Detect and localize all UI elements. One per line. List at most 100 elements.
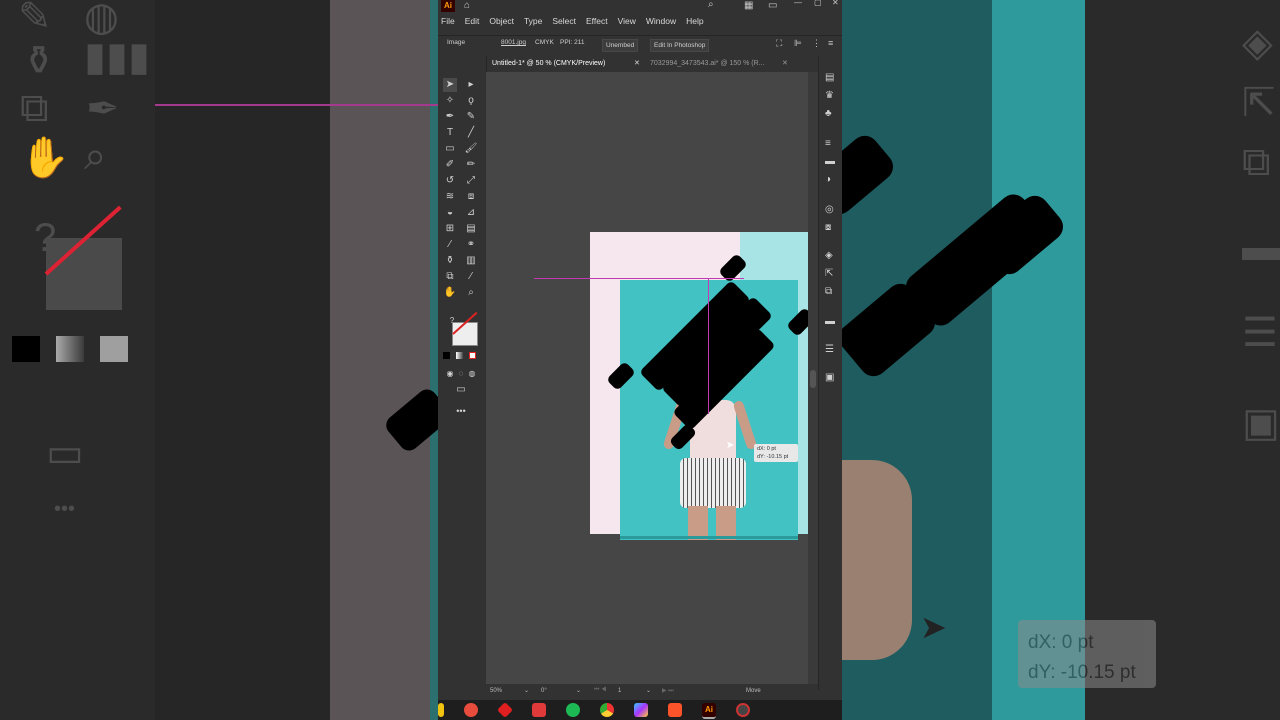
gradient-swatch[interactable]	[456, 352, 463, 359]
chevron-down-icon[interactable]: ⌄	[524, 687, 529, 694]
brushes-icon[interactable]: ♛	[825, 90, 834, 101]
hand-tool-icon[interactable]: ✋	[443, 286, 457, 300]
stroke-icon[interactable]: ≡	[825, 138, 831, 149]
tooltip-dy: dY: -10.15 pt	[757, 454, 789, 460]
zoom-level[interactable]: 50%	[490, 688, 502, 694]
minimize-icon[interactable]: —	[794, 0, 802, 7]
shaper-tool-icon[interactable]: ✐	[443, 158, 457, 172]
pencil-tool-icon[interactable]: ✏	[464, 158, 478, 172]
app-icon[interactable]	[464, 703, 478, 717]
screen-mode-icon[interactable]: ▭	[454, 383, 468, 397]
rectangle-tool-icon[interactable]: ▭	[443, 142, 457, 156]
menu-object[interactable]: Object	[489, 16, 514, 26]
rotate-tool-icon[interactable]: ↺	[443, 174, 457, 188]
app-icon[interactable]	[736, 703, 750, 717]
more-options-icon[interactable]: ⋮	[812, 38, 821, 49]
perspective-grid-tool-icon[interactable]: ⊿	[464, 206, 478, 220]
fill-stroke-swatch[interactable]	[452, 311, 478, 346]
menu-type[interactable]: Type	[524, 16, 542, 26]
free-transform-tool-icon[interactable]: ⧈	[464, 190, 478, 204]
chevron-down-icon[interactable]: ⌄	[646, 687, 651, 694]
scale-tool-icon[interactable]: ⤢	[464, 174, 478, 188]
brave-icon[interactable]	[668, 703, 682, 717]
menu-window[interactable]: Window	[646, 16, 676, 26]
align-icon[interactable]: ⊫	[794, 38, 802, 49]
paintbrush-tool-icon[interactable]: 🖌	[464, 142, 478, 156]
blend-tool-icon[interactable]: ⚭	[464, 238, 478, 252]
layers-icon[interactable]: ◈	[825, 250, 833, 261]
menu-effect[interactable]: Effect	[586, 16, 608, 26]
symbols-icon[interactable]: ♣	[825, 108, 832, 119]
arrange-documents-icon[interactable]: ▦	[744, 0, 753, 11]
edit-toolbar-icon[interactable]: •••	[454, 404, 468, 418]
menu-select[interactable]: Select	[552, 16, 576, 26]
edit-in-photoshop-button[interactable]: Edit In Photoshop	[650, 39, 710, 52]
artboard-number[interactable]: 1	[618, 688, 621, 694]
illustrator-taskbar-icon[interactable]: Ai	[702, 703, 716, 719]
vertical-scrollbar[interactable]	[808, 72, 818, 684]
properties-icon[interactable]: ▤	[825, 72, 834, 83]
last-artboard-icon[interactable]: ▶ ⏭	[662, 687, 674, 695]
workspace-icon[interactable]: ▭	[768, 0, 777, 11]
panel-menu-icon[interactable]: ≡	[828, 38, 833, 48]
graphic-styles-icon[interactable]: ⧇	[825, 222, 831, 233]
draw-inside-icon[interactable]: ◍	[465, 367, 479, 381]
scrollbar-thumb[interactable]	[810, 370, 816, 388]
transform-icon[interactable]: ⛶	[776, 38, 782, 49]
direct-selection-tool-icon[interactable]: ▸	[464, 78, 478, 92]
linked-file-link[interactable]: 8001.jpg	[501, 39, 526, 46]
file-explorer-icon[interactable]	[438, 703, 444, 717]
line-tool-icon[interactable]: ╱	[464, 126, 478, 140]
align-panel-icon[interactable]: ☰	[825, 344, 834, 355]
column-graph-tool-icon[interactable]: ▥	[464, 254, 478, 268]
shape-builder-tool-icon[interactable]: ◒	[443, 206, 457, 220]
curvature-tool-icon[interactable]: ✎	[464, 110, 478, 124]
chevron-down-icon[interactable]: ⌄	[576, 687, 581, 694]
selection-tool-icon[interactable]: ➤	[443, 78, 457, 92]
symbol-sprayer-tool-icon[interactable]: ⚱	[443, 254, 457, 268]
color-swatch[interactable]	[443, 352, 450, 359]
transparency-icon[interactable]: ◑	[825, 174, 831, 185]
maximize-icon[interactable]: ▢	[814, 0, 822, 7]
mesh-tool-icon[interactable]: ⊞	[443, 222, 457, 236]
search-icon[interactable]: ⌕	[708, 0, 714, 10]
ppi-label: PPI: 211	[560, 39, 585, 46]
width-tool-icon[interactable]: ≋	[443, 190, 457, 204]
app-icon[interactable]	[634, 703, 648, 717]
tab-untitled-1[interactable]: Untitled-1* @ 50 % (CMYK/Preview)	[492, 56, 605, 72]
rotation-value[interactable]: 0°	[541, 688, 547, 694]
comments-icon[interactable]: ▬	[825, 316, 835, 327]
libraries-icon[interactable]: ▣	[825, 372, 834, 383]
menu-help[interactable]: Help	[686, 16, 703, 26]
spotify-icon[interactable]	[566, 703, 580, 717]
artboard[interactable]	[534, 232, 828, 540]
type-tool-icon[interactable]: T	[443, 126, 457, 140]
close-icon[interactable]: ✕	[832, 0, 839, 7]
gradient-tool-icon[interactable]: ▤	[464, 222, 478, 236]
pen-tool-icon[interactable]: ✒	[443, 110, 457, 124]
tab-close-icon[interactable]: ✕	[782, 56, 788, 72]
app-icon[interactable]	[497, 702, 513, 718]
gradient-icon[interactable]: ▬	[825, 156, 835, 167]
magic-wand-tool-icon[interactable]: ✧	[443, 94, 457, 108]
chrome-icon[interactable]	[600, 703, 614, 717]
artboard-tool-icon[interactable]: ⧉	[443, 270, 457, 284]
menu-file[interactable]: File	[441, 16, 455, 26]
zoom-tool-icon[interactable]: ⌕	[464, 286, 478, 300]
app-icon[interactable]	[532, 703, 546, 717]
artboards-icon[interactable]: ⧉	[825, 286, 832, 297]
eyedropper-tool-icon[interactable]: ⁄	[443, 238, 457, 252]
menu-view[interactable]: View	[618, 16, 636, 26]
unembed-button[interactable]: Unembed	[602, 39, 639, 52]
menu-edit[interactable]: Edit	[465, 16, 480, 26]
first-artboard-icon[interactable]: ⏮ ◀	[594, 687, 606, 694]
export-icon[interactable]: ⇱	[825, 268, 833, 279]
tab-close-icon[interactable]: ✕	[634, 56, 640, 72]
tab-7032994[interactable]: 7032994_3473543.ai* @ 150 % (R...	[650, 56, 765, 72]
lasso-tool-icon[interactable]: ϙ	[464, 94, 478, 108]
canvas-area[interactable]: ➤ dX: 0 pt dY: -10.15 pt	[486, 72, 828, 684]
slice-tool-icon[interactable]: ⁄	[464, 270, 478, 284]
none-swatch[interactable]	[469, 352, 476, 359]
appearance-icon[interactable]: ◎	[825, 204, 834, 215]
home-icon[interactable]: ⌂	[464, 0, 470, 11]
